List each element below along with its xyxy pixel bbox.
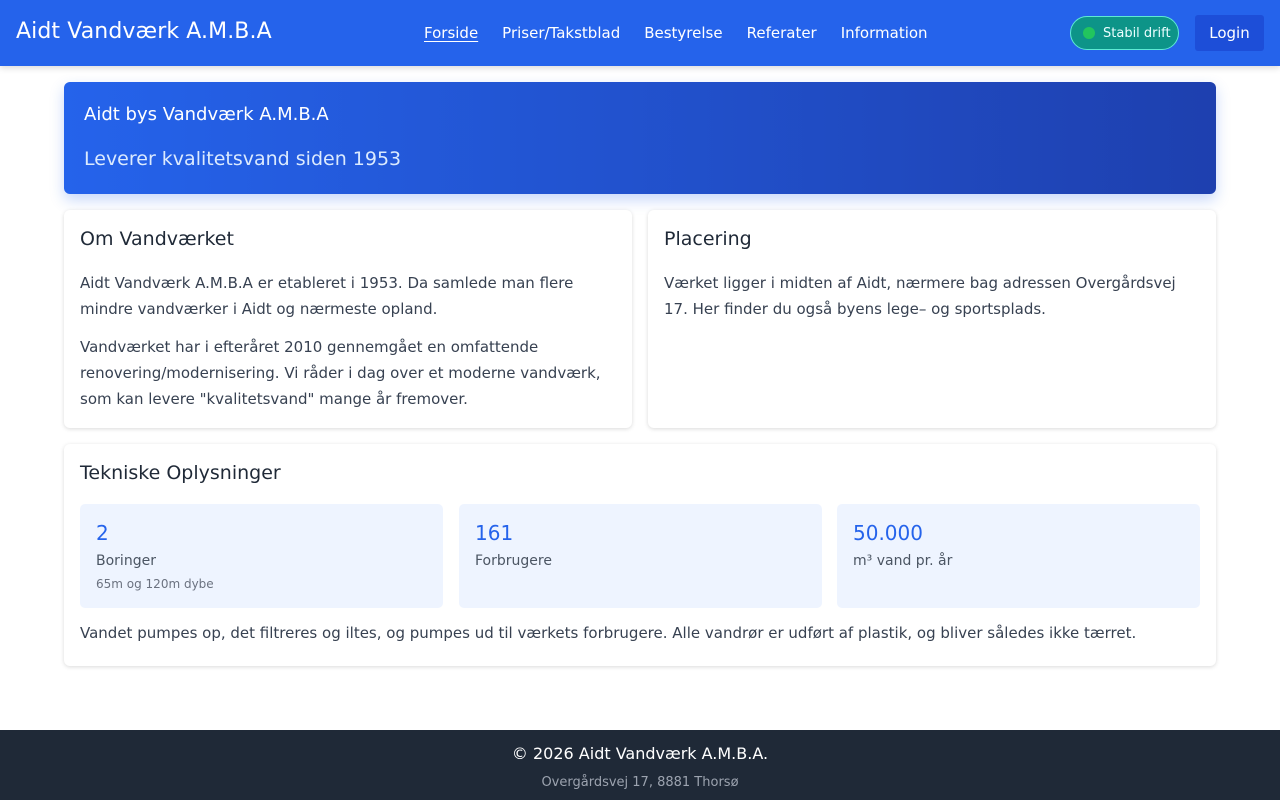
placement-title: Placering	[664, 228, 752, 250]
stat-forbrugere: 161 Forbrugere	[459, 504, 822, 608]
stat-value: 50.000	[853, 521, 923, 545]
nav-link-information[interactable]: Information	[829, 24, 940, 42]
stat-value: 161	[475, 521, 514, 545]
status-dot-icon	[1083, 27, 1095, 39]
top-navbar: Aidt Vandværk A.M.B.A Forside Priser/Tak…	[0, 0, 1280, 66]
about-card: Om Vandværket Aidt Vandværk A.M.B.A er e…	[64, 210, 632, 428]
hero-subtitle: Leverer kvalitetsvand siden 1953	[84, 148, 402, 170]
stat-label: Forbrugere	[475, 553, 552, 569]
status-label: Stabil drift	[1103, 25, 1171, 41]
stat-vandmaengde: 50.000 m³ vand pr. år	[837, 504, 1200, 608]
stat-value: 2	[96, 521, 109, 545]
footer-copyright: © 2026 Aidt Vandværk A.M.B.A.	[511, 744, 769, 763]
login-button[interactable]: Login	[1195, 15, 1264, 51]
nav-link-priser[interactable]: Priser/Takstblad	[490, 24, 632, 42]
technical-text: Vandet pumpes op, det filtreres og iltes…	[80, 624, 1137, 642]
status-badge: Stabil drift	[1070, 16, 1179, 50]
nav-link-bestyrelse[interactable]: Bestyrelse	[632, 24, 734, 42]
site-brand[interactable]: Aidt Vandværk A.M.B.A	[16, 19, 272, 44]
about-title: Om Vandværket	[80, 228, 234, 250]
main-nav: Forside Priser/Takstblad Bestyrelse Refe…	[412, 0, 940, 66]
technical-title: Tekniske Oplysninger	[80, 462, 281, 484]
stat-label: m³ vand pr. år	[853, 553, 953, 569]
page-footer: © 2026 Aidt Vandværk A.M.B.A. Overgårdsv…	[0, 730, 1280, 800]
hero-title: Aidt bys Vandværk A.M.B.A	[84, 104, 329, 125]
about-paragraph-1: Aidt Vandværk A.M.B.A er etableret i 195…	[80, 274, 574, 318]
placement-text: Værket ligger i midten af Aidt, nærmere …	[664, 274, 1176, 318]
nav-link-forside[interactable]: Forside	[412, 24, 490, 42]
placement-card: Placering Værket ligger i midten af Aidt…	[648, 210, 1216, 428]
footer-address: Overgårdsvej 17, 8881 Thorsø	[541, 775, 739, 790]
stat-boringer: 2 Boringer 65m og 120m dybe	[80, 504, 443, 608]
nav-link-referater[interactable]: Referater	[735, 24, 829, 42]
stat-label: Boringer	[96, 553, 156, 569]
about-paragraph-2: Vandværket har i efteråret 2010 gennemgå…	[80, 338, 601, 408]
technical-card: Tekniske Oplysninger 2 Boringer 65m og 1…	[64, 444, 1216, 666]
stat-note: 65m og 120m dybe	[96, 577, 214, 591]
hero-banner: Aidt bys Vandværk A.M.B.A Leverer kvalit…	[64, 82, 1216, 194]
